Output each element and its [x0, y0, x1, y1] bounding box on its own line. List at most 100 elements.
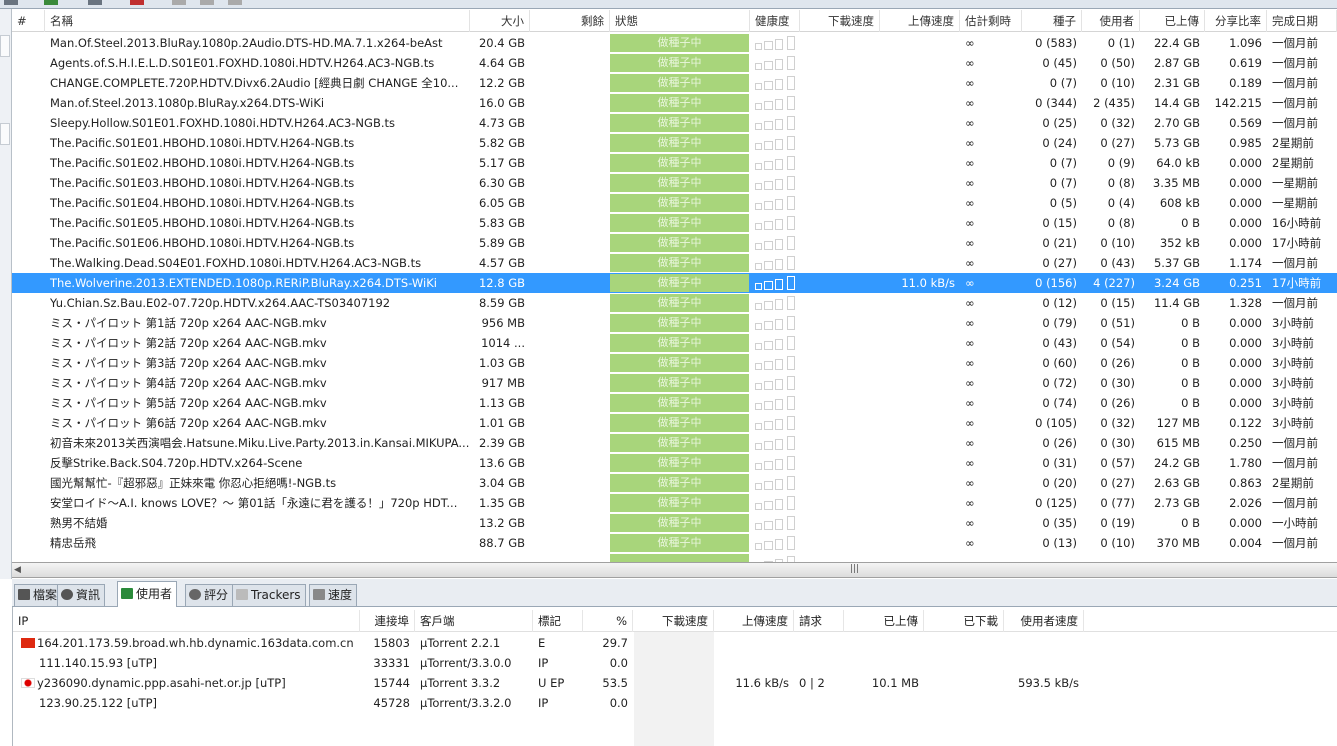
torrent-row[interactable]: 做種子中 初音未來2013关西演唱会.Hatsune.Miku.Live.Part…: [12, 433, 1337, 453]
column-header-4[interactable]: 狀態: [610, 10, 750, 32]
peer-column-header-1[interactable]: 連接埠: [360, 610, 415, 632]
peer-column-header-10[interactable]: 使用者速度: [1004, 610, 1084, 632]
column-header-11[interactable]: 已上傳: [1140, 10, 1205, 32]
peer-row[interactable]: y236090.dynamic.ppp.asahi-net.or.jp [uTP…: [13, 673, 1337, 693]
peer-column-header-3[interactable]: 標記: [533, 610, 583, 632]
folder-icon: [18, 589, 30, 600]
column-header-12[interactable]: 分享比率: [1205, 10, 1267, 32]
cell-uploaded: 11.4 GB: [1153, 296, 1200, 310]
torrent-row[interactable]: 做種子中 Yu.Chian.Sz.Bau.E02-07.720p.HDTV.x26…: [12, 293, 1337, 313]
torrent-row[interactable]: 做種子中 精忠岳飛 88.7 GB ∞ 0 (13) 0 (10) 370 MB 0.004 一…: [12, 533, 1337, 553]
peer-value: 45728: [373, 696, 410, 710]
horizontal-scrollbar[interactable]: ◀ |||: [12, 562, 1337, 578]
torrent-row[interactable]: 做種子中 國光幫幫忙-『超邪惡』正妹來電 你忍心拒絕嗎!-NGB.ts 3.04 G…: [12, 473, 1337, 493]
torrent-row[interactable]: 做種子中 熟男不結婚 13.2 GB ∞ 0 (35) 0 (19) 0 B 0.000 一小時…: [12, 513, 1337, 533]
toolbar-add-icon[interactable]: [4, 0, 18, 5]
torrent-row[interactable]: 做種子中 反擊Strike.Back.S04.720p.HDTV.x264-Sce…: [12, 453, 1337, 473]
status-badge: 做種子中: [610, 254, 749, 272]
torrent-row[interactable]: 做種子中 Agents.of.S.H.I.E.L.D.S01E01.FOXHD.1…: [12, 53, 1337, 73]
torrent-row[interactable]: 做種子中 ミス・パイロット 第1話 720p x264 AAC-NGB.mkv 95…: [12, 313, 1337, 333]
peer-column-header-6[interactable]: 上傳速度: [714, 610, 794, 632]
cell-size: 13.6 GB: [478, 456, 525, 470]
cell-dl: [800, 73, 880, 93]
column-header-0[interactable]: #: [12, 10, 45, 32]
peer-column-header-7[interactable]: 請求: [794, 610, 844, 632]
cell-seeds: 0 (583): [1035, 36, 1077, 50]
peer-column-header-8[interactable]: 已上傳: [844, 610, 924, 632]
cell-ul: [880, 513, 960, 533]
cell-dl: [800, 433, 880, 453]
peer-row[interactable]: 164.201.173.59.broad.wh.hb.dynamic.163da…: [13, 633, 1337, 653]
peer-row[interactable]: 123.90.25.122 [uTP] 45728 µTorrent/3.3.2.0…: [13, 693, 1337, 713]
column-header-1[interactable]: 名稱: [45, 10, 470, 32]
torrent-row[interactable]: 做種子中 ミス・パイロット 第3話 720p x264 AAC-NGB.mkv 1.…: [12, 353, 1337, 373]
peer-column-header-0[interactable]: IP: [13, 610, 360, 632]
column-header-8[interactable]: 估計剩時: [960, 10, 1022, 32]
tab-label: 使用者: [136, 587, 173, 601]
cell-done: 一個月前: [1272, 536, 1318, 550]
toolbar-start-icon[interactable]: [44, 0, 58, 5]
column-header-9[interactable]: 種子: [1022, 10, 1082, 32]
cell-seeds: 0 (20): [1042, 476, 1077, 490]
cell-ul: [880, 73, 960, 93]
column-header-7[interactable]: 上傳速度: [880, 10, 960, 32]
toolbar-up-icon[interactable]: [172, 0, 186, 5]
torrent-row[interactable]: 做種子中 The.Walking.Dead.S04E01.FOXHD.1080i.…: [12, 253, 1337, 273]
cell-eta: ∞: [965, 156, 975, 170]
cell-uploaded: 3.24 GB: [1153, 276, 1200, 290]
toolbar-pause-icon[interactable]: [88, 0, 102, 5]
toolbar-down-icon[interactable]: [200, 0, 214, 5]
torrent-row[interactable]: 做種子中 The.Pacific.S01E01.HBOHD.1080i.HDTV.…: [12, 133, 1337, 153]
tab-3[interactable]: 評分: [185, 584, 234, 606]
column-header-10[interactable]: 使用者: [1082, 10, 1140, 32]
tab-4[interactable]: Trackers: [232, 584, 306, 606]
torrent-row[interactable]: [12, 553, 1337, 562]
peer-row[interactable]: 111.140.15.93 [uTP] 33331 µTorrent/3.3.0.0…: [13, 653, 1337, 673]
peer-column-header-9[interactable]: 已下載: [924, 610, 1004, 632]
torrent-row[interactable]: 做種子中 ミス・パイロット 第4話 720p x264 AAC-NGB.mkv 91…: [12, 373, 1337, 393]
torrent-row[interactable]: 做種子中 ミス・パイロット 第5話 720p x264 AAC-NGB.mkv 1.…: [12, 393, 1337, 413]
torrent-row[interactable]: 做種子中 The.Pacific.S01E03.HBOHD.1080i.HDTV.…: [12, 173, 1337, 193]
peer-column-header-4[interactable]: %: [583, 610, 633, 632]
chart-icon: [313, 589, 325, 600]
torrent-row[interactable]: 做種子中 The.Pacific.S01E06.HBOHD.1080i.HDTV.…: [12, 233, 1337, 253]
sidebar-item[interactable]: [0, 123, 10, 145]
toolbar-remove-icon[interactable]: [130, 0, 144, 5]
scroll-grip-icon[interactable]: |||: [850, 564, 859, 574]
sidebar-item[interactable]: [0, 35, 10, 57]
cell-done: 3小時前: [1272, 336, 1314, 350]
torrent-row[interactable]: 做種子中 ミス・パイロット 第6話 720p x264 AAC-NGB.mkv 1.…: [12, 413, 1337, 433]
toolbar-stop-icon[interactable]: [228, 0, 242, 5]
torrent-row[interactable]: 做種子中 The.Pacific.S01E02.HBOHD.1080i.HDTV.…: [12, 153, 1337, 173]
torrent-row[interactable]: 做種子中 Sleepy.Hollow.S01E01.FOXHD.1080i.HDT…: [12, 113, 1337, 133]
cell-size: 1.35 GB: [478, 496, 525, 510]
torrent-row[interactable]: 做種子中 安堂ロイド～A.I. knows LOVE？～ 第01話「永遠に君を護る…: [12, 493, 1337, 513]
cell-uploaded: 2.63 GB: [1153, 476, 1200, 490]
column-header-5[interactable]: 健康度: [750, 10, 800, 32]
cell-dl: [800, 493, 880, 513]
tab-5[interactable]: 速度: [309, 584, 358, 606]
cell-done: 16小時前: [1272, 216, 1322, 230]
tab-2[interactable]: 使用者: [117, 581, 178, 607]
scroll-left-icon[interactable]: ◀: [14, 565, 21, 575]
torrent-row[interactable]: 做種子中 CHANGE.COMPLETE.720P.HDTV.Divx6.2Aud…: [12, 73, 1337, 93]
torrent-row[interactable]: 做種子中 The.Pacific.S01E05.HBOHD.1080i.HDTV.…: [12, 213, 1337, 233]
torrent-row[interactable]: 做種子中 Man.Of.Steel.2013.BluRay.1080p.2Audi…: [12, 33, 1337, 53]
torrent-row[interactable]: 做種子中 Man.of.Steel.2013.1080p.BluRay.x264.…: [12, 93, 1337, 113]
cell-eta: ∞: [965, 416, 975, 430]
cell-done: 一個月前: [1272, 256, 1318, 270]
cell-ul: [880, 173, 960, 193]
cell-seeds: 0 (72): [1042, 376, 1077, 390]
health-bars-icon: [755, 216, 795, 230]
torrent-row[interactable]: 做種子中 The.Wolverine.2013.EXTENDED.1080p.RE…: [12, 273, 1337, 293]
column-header-13[interactable]: 完成日期: [1267, 10, 1337, 32]
column-header-6[interactable]: 下載速度: [800, 10, 880, 32]
torrent-row[interactable]: 做種子中 The.Pacific.S01E04.HBOHD.1080i.HDTV.…: [12, 193, 1337, 213]
column-header-3[interactable]: 剩餘: [530, 10, 610, 32]
peer-column-header-2[interactable]: 客戶端: [415, 610, 533, 632]
column-header-2[interactable]: 大小: [470, 10, 530, 32]
tab-0[interactable]: 檔案: [14, 584, 63, 606]
torrent-row[interactable]: 做種子中 ミス・パイロット 第2話 720p x264 AAC-NGB.mkv 10…: [12, 333, 1337, 353]
peer-column-header-5[interactable]: 下載速度: [634, 610, 714, 632]
tab-1[interactable]: 資訊: [57, 584, 106, 606]
